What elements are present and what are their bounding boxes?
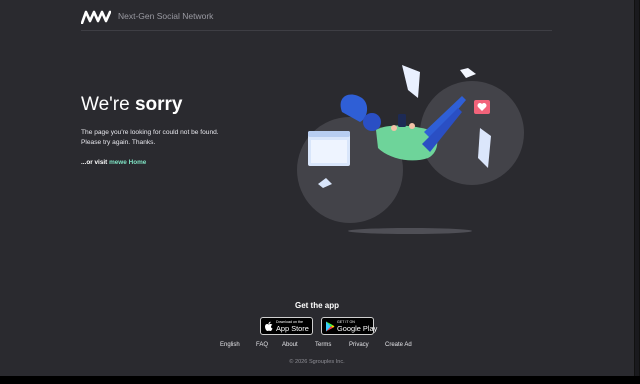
header-divider: [81, 30, 552, 31]
app-store-label: App Store: [276, 324, 309, 333]
paper-icon: [402, 65, 420, 98]
apple-icon: [265, 321, 273, 331]
home-link[interactable]: mewe Home: [109, 159, 146, 166]
ground-shadow: [348, 228, 472, 234]
scrollbar-thumb[interactable]: [635, 0, 639, 376]
error-message: The page you're looking for could not be…: [81, 128, 261, 148]
google-play-icon: [326, 321, 335, 332]
footer-link-english[interactable]: English: [220, 341, 240, 350]
title-light: We're: [81, 94, 135, 115]
page-title: We're sorry: [81, 93, 183, 117]
header: Next-Gen Social Network: [81, 8, 552, 30]
google-play-label: Google Play: [337, 324, 378, 333]
page: Next-Gen Social Network We're sorry The …: [0, 0, 634, 376]
mewe-logo-icon[interactable]: [81, 10, 111, 24]
app-store-button[interactable]: Download on the App Store: [260, 317, 313, 335]
heart-notification-icon: [474, 100, 490, 114]
title-bold: sorry: [134, 94, 183, 115]
footer-link-terms[interactable]: Terms: [315, 341, 331, 350]
footer-link-create-ad[interactable]: Create Ad: [385, 341, 412, 350]
tagline: Next-Gen Social Network: [118, 11, 214, 21]
footer-link-faq[interactable]: FAQ: [256, 341, 268, 350]
visit-prefix: ...or visit: [81, 159, 110, 166]
falling-person-illustration: [297, 65, 524, 234]
footer-links: English FAQ About Terms Privacy Create A…: [0, 341, 634, 351]
google-play-button[interactable]: GET IT ON Google Play: [321, 317, 378, 335]
visit-home: ...or visit mewe Home: [81, 158, 146, 168]
error-message-line-1: The page you're looking for could not be…: [81, 129, 219, 136]
browser-window-icon: [308, 131, 350, 166]
get-app-heading: Get the app: [294, 301, 339, 310]
footer-link-privacy[interactable]: Privacy: [349, 341, 369, 350]
copyright: © 2026 Sgrouples Inc.: [289, 359, 345, 365]
footer-link-about[interactable]: About: [282, 341, 298, 350]
paper-icon-small: [460, 68, 476, 78]
error-message-line-2: Please try again. Thanks.: [81, 139, 156, 146]
